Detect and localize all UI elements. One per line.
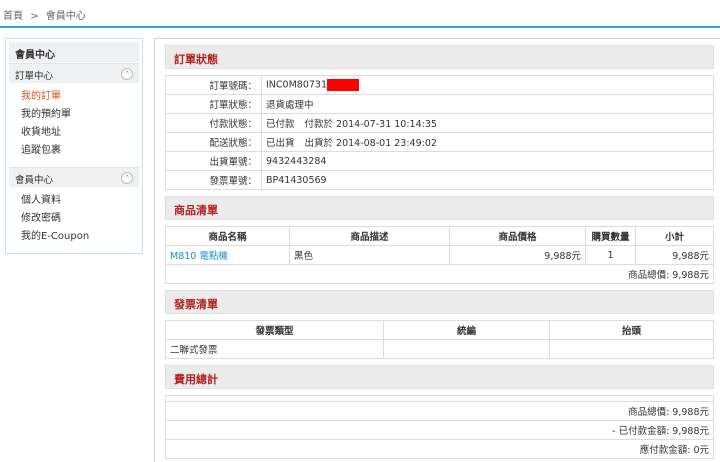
main-content: 訂單狀態 訂單號碼： INC0M80731 訂單狀態： 退貨處理中 付款狀態： … xyxy=(154,38,720,462)
redaction-block xyxy=(327,79,360,91)
order-status-table: 訂單號碼： INC0M80731 訂單狀態： 退貨處理中 付款狀態： 已付款 付款… xyxy=(165,75,714,190)
sidebar-item-profile[interactable]: 個人資料 xyxy=(21,192,139,210)
delivery-status-label: 配送狀態： xyxy=(165,132,262,152)
fee-summary-table: 商品總價: 9,988元 - 已付款金額: 9,988元 應付款金額: 0元 xyxy=(165,395,714,459)
sidebar-item-my-orders[interactable]: 我的訂單 xyxy=(21,88,139,106)
invoice-number-label: 發票單號： xyxy=(165,170,262,190)
fee-paid-amount: - 已付款金額: 9,988元 xyxy=(165,420,714,440)
sidebar-title: 會員中心 xyxy=(9,42,139,62)
product-price: 9,988元 xyxy=(449,245,586,265)
invoice-number-value: BP41430569 xyxy=(261,170,714,190)
sidebar-group-member[interactable]: 會員中心 ⌃ xyxy=(9,167,139,187)
table-row: 商品總價: 9,988元 xyxy=(165,264,714,284)
table-header-row: 商品名稱 商品描述 商品價格 購買數量 小計 xyxy=(165,226,714,246)
table-row: 訂單狀態： 退貨處理中 xyxy=(165,94,714,114)
product-table: 商品名稱 商品描述 商品價格 購買數量 小計 M810 電點機 黑色 9,988… xyxy=(165,226,714,284)
col-header-qty: 購買數量 xyxy=(585,226,636,246)
delivery-status-value: 已出貨 xyxy=(266,138,295,149)
table-header-row: 發票類型 統編 抬頭 xyxy=(165,320,714,340)
col-header-subtotal: 小計 xyxy=(635,226,714,246)
invoice-type: 二聯式發票 xyxy=(165,339,384,359)
collapse-icon[interactable]: ⌃ xyxy=(121,172,133,184)
table-row: 二聯式發票 xyxy=(165,339,714,359)
order-number-cell: INC0M80731 xyxy=(261,75,714,95)
invoice-tax-id xyxy=(383,339,550,359)
order-number-label: 訂單號碼： xyxy=(165,75,262,95)
delivery-time: 出貨於 2014-08-01 23:49:02 xyxy=(304,138,437,149)
payment-status-label: 付款狀態： xyxy=(165,113,262,133)
table-row: M810 電點機 黑色 9,988元 1 9,988元 xyxy=(165,245,714,265)
sidebar-item-change-password[interactable]: 修改密碼 xyxy=(21,210,139,228)
col-header-invoice-type: 發票類型 xyxy=(165,320,384,340)
member-sidebar: 會員中心 訂單中心 ⌃ 我的訂單 我的預約單 收貨地址 追蹤包裹 會員中心 ⌃ … xyxy=(5,38,143,254)
table-row: 應付款金額: 0元 xyxy=(165,439,714,459)
product-subtotal: 9,988元 xyxy=(635,245,714,265)
sidebar-item-ecoupon[interactable]: 我的E-Coupon xyxy=(21,228,139,246)
col-header-invoice-title: 抬頭 xyxy=(549,320,714,340)
product-desc: 黑色 xyxy=(289,245,450,265)
col-header-tax-id: 統編 xyxy=(383,320,550,340)
col-header-desc: 商品描述 xyxy=(289,226,450,246)
breadcrumb-current: 會員中心 xyxy=(45,11,86,22)
fee-amount-due: 應付款金額: 0元 xyxy=(165,439,714,459)
shipment-number-label: 出貨單號： xyxy=(165,151,262,171)
table-row: 商品總價: 9,988元 xyxy=(165,401,714,421)
sidebar-item-shipping-address[interactable]: 收貨地址 xyxy=(21,124,139,142)
payment-status-cell: 已付款 付款於 2014-07-31 10:14:35 xyxy=(261,113,714,133)
payment-time: 付款於 2014-07-31 10:14:35 xyxy=(304,119,437,130)
sidebar-group-label: 會員中心 xyxy=(15,175,54,186)
collapse-icon[interactable]: ⌃ xyxy=(121,68,133,80)
sidebar-group-label: 訂單中心 xyxy=(15,71,54,82)
invoice-list-heading: 發票清單 xyxy=(165,290,714,314)
table-row: 發票單號： BP41430569 xyxy=(165,170,714,190)
table-row: 配送狀態： 已出貨 出貨於 2014-08-01 23:49:02 xyxy=(165,132,714,152)
table-row: 訂單號碼： INC0M80731 xyxy=(165,75,714,95)
breadcrumb-separator: > xyxy=(30,11,39,22)
table-row: 出貨單號： 9432443284 xyxy=(165,151,714,171)
product-total: 商品總價: 9,988元 xyxy=(165,264,714,284)
invoice-table: 發票類型 統編 抬頭 二聯式發票 xyxy=(165,320,714,359)
table-row: - 已付款金額: 9,988元 xyxy=(165,420,714,440)
order-state-label: 訂單狀態： xyxy=(165,94,262,114)
order-state-value: 退貨處理中 xyxy=(261,94,714,114)
col-header-price: 商品價格 xyxy=(449,226,586,246)
shipment-number-value: 9432443284 xyxy=(261,151,714,171)
order-status-heading: 訂單狀態 xyxy=(165,45,714,69)
sidebar-member-items: 個人資料 修改密碼 我的E-Coupon xyxy=(9,187,139,252)
sidebar-group-orders[interactable]: 訂單中心 ⌃ xyxy=(9,63,139,83)
col-header-name: 商品名稱 xyxy=(165,226,290,246)
sidebar-order-items: 我的訂單 我的預約單 收貨地址 追蹤包裹 xyxy=(9,83,139,166)
product-qty: 1 xyxy=(585,245,636,265)
fee-product-total: 商品總價: 9,988元 xyxy=(165,401,714,421)
payment-status-value: 已付款 xyxy=(266,119,295,130)
delivery-status-cell: 已出貨 出貨於 2014-08-01 23:49:02 xyxy=(261,132,714,152)
table-row: 付款狀態： 已付款 付款於 2014-07-31 10:14:35 xyxy=(165,113,714,133)
fee-summary-heading: 費用總計 xyxy=(165,365,714,389)
product-name-link[interactable]: M810 電點機 xyxy=(165,245,290,265)
sidebar-item-my-reservations[interactable]: 我的預約單 xyxy=(21,106,139,124)
breadcrumb: 首頁 > 會員中心 xyxy=(0,0,720,28)
breadcrumb-home-link[interactable]: 首頁 xyxy=(3,11,23,22)
invoice-title xyxy=(549,339,714,359)
product-list-heading: 商品清單 xyxy=(165,196,714,220)
sidebar-item-track-package[interactable]: 追蹤包裹 xyxy=(21,142,139,160)
order-number-value: INC0M80731 xyxy=(266,79,328,91)
